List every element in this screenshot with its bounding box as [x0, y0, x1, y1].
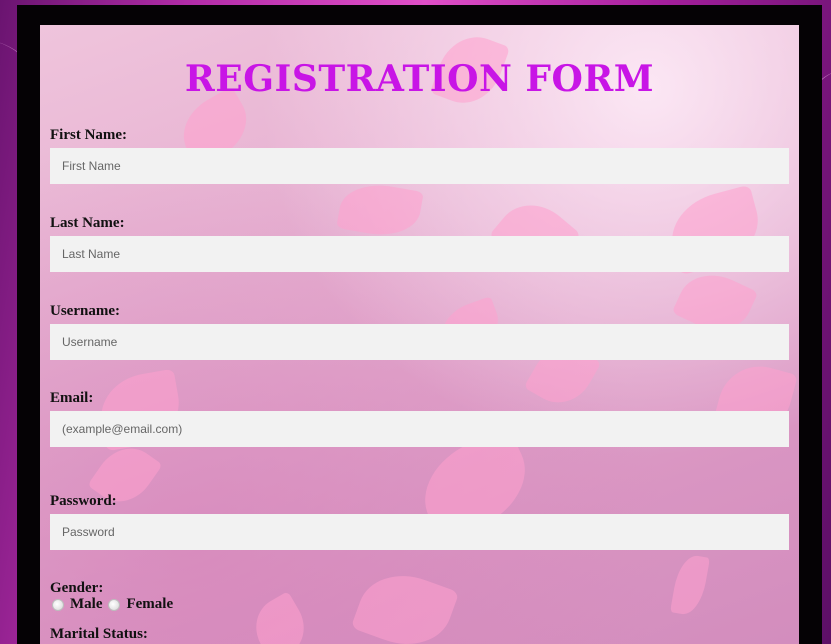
radio-circle-icon[interactable]	[52, 598, 64, 611]
password-label: Password:	[50, 493, 117, 509]
marital-status-label: Marital Status:	[50, 626, 148, 642]
petal-decoration	[350, 561, 460, 644]
username-input[interactable]	[50, 324, 789, 360]
gender-option-label: Male	[70, 596, 103, 612]
last-name-label: Last Name:	[50, 215, 125, 231]
first-name-label: First Name:	[50, 127, 128, 143]
last-name-input[interactable]	[50, 236, 789, 272]
form-title: REGISTRATION FORM	[184, 58, 655, 100]
gender-option-female[interactable]: Female	[108, 596, 173, 613]
petal-decoration	[336, 178, 424, 242]
petal-decoration	[670, 552, 710, 618]
email-input[interactable]	[50, 411, 789, 447]
registration-form-panel: REGISTRATION FORM First Name: Last Name:…	[40, 25, 799, 644]
first-name-input[interactable]	[50, 148, 789, 184]
gender-option-male[interactable]: Male	[52, 596, 102, 613]
password-input[interactable]	[50, 514, 789, 550]
username-label: Username:	[50, 303, 120, 319]
petal-decoration	[244, 591, 316, 644]
gender-label: Gender:	[50, 580, 104, 596]
radio-circle-icon[interactable]	[108, 598, 121, 611]
gender-options: Male Female	[52, 596, 179, 613]
email-label: Email:	[50, 390, 94, 406]
gender-option-label: Female	[126, 596, 174, 612]
